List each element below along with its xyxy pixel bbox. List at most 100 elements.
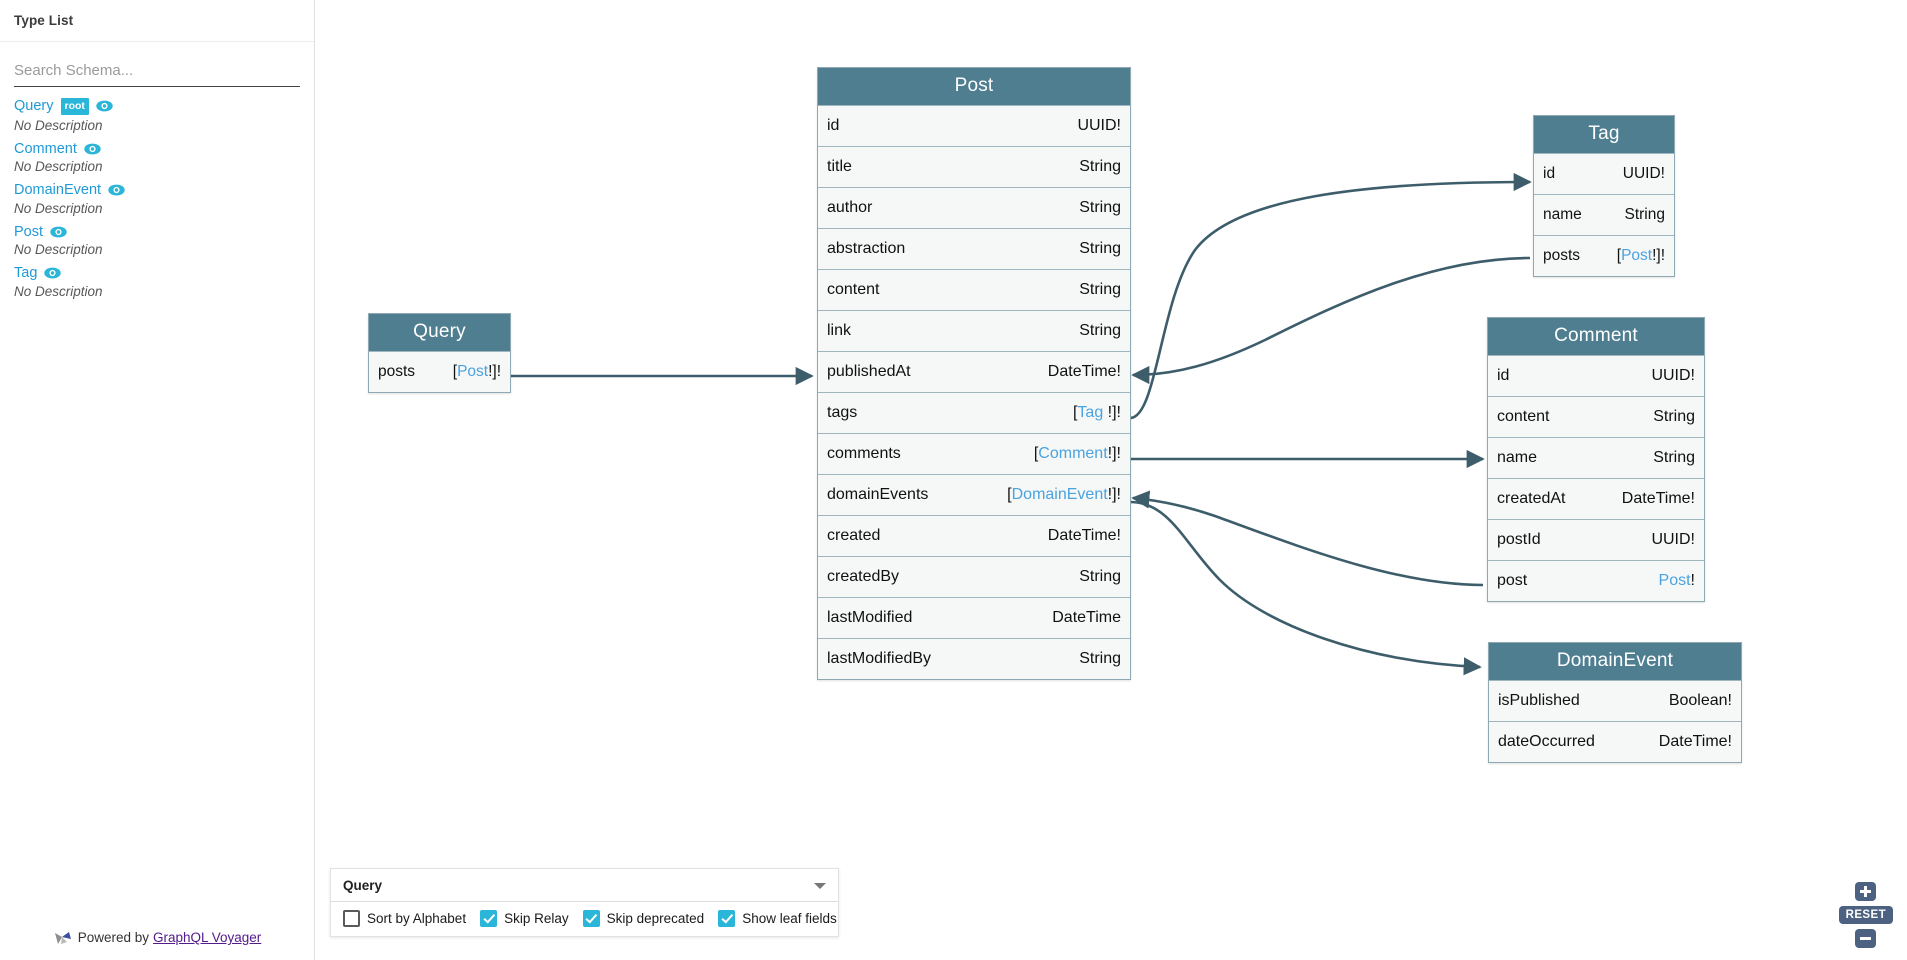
node-field-lastmodifiedby[interactable]: lastModifiedBy String (818, 638, 1130, 679)
footer-prefix: Powered by (77, 930, 149, 945)
type-entry-query: Query root No Description (14, 98, 300, 133)
node-field-content[interactable]: content String (1488, 396, 1704, 437)
type-ref-link[interactable]: Post (1621, 247, 1652, 264)
node-field-domainevents[interactable]: domainEvents [DomainEvent!]! (818, 474, 1130, 515)
node-title: DomainEvent (1489, 643, 1741, 680)
checkbox-show-leaf-fields[interactable]: Show leaf fields (718, 910, 837, 927)
node-field-posts[interactable]: posts [Post!]! (1534, 235, 1674, 276)
node-field-id[interactable]: id UUID! (1488, 355, 1704, 396)
type-link-post[interactable]: Post (14, 224, 43, 240)
eye-icon[interactable] (50, 226, 67, 238)
field-name: id (1497, 367, 1510, 384)
root-type-select[interactable]: Query (331, 869, 838, 902)
field-name: postId (1497, 531, 1541, 548)
type-row: Query root (14, 98, 300, 115)
node-field-name[interactable]: name String (1488, 437, 1704, 478)
checkbox-sort-by-alphabet[interactable]: Sort by Alphabet (343, 910, 466, 927)
field-name: name (1497, 449, 1538, 466)
type-ref-link[interactable]: Post (1659, 572, 1691, 589)
type-description: No Description (14, 117, 103, 133)
field-name: comments (827, 445, 901, 462)
graph-node-comment[interactable]: Comment id UUID! content String name Str… (1487, 317, 1705, 602)
node-field-publishedat[interactable]: publishedAt DateTime! (818, 351, 1130, 392)
type-link-comment[interactable]: Comment (14, 141, 77, 157)
type-link-query[interactable]: Query (14, 99, 54, 114)
node-title: Tag (1534, 116, 1674, 153)
node-field-post[interactable]: post Post! (1488, 560, 1704, 601)
node-field-postid[interactable]: postId UUID! (1488, 519, 1704, 560)
field-name: author (827, 199, 873, 216)
checkbox-label: Sort by Alphabet (367, 911, 467, 926)
zoom-in-button[interactable] (1855, 882, 1877, 901)
node-field-content[interactable]: content String (818, 269, 1130, 310)
field-type: [Comment!]! (1034, 445, 1121, 463)
field-name: post (1497, 572, 1528, 589)
field-type: Boolean! (1668, 692, 1732, 709)
node-field-name[interactable]: name String (1534, 194, 1674, 235)
field-type: UUID! (1651, 531, 1695, 548)
type-suffix: !]! (1107, 486, 1121, 503)
graph-canvas[interactable]: Query posts [Post!]! Post id UUID! title… (315, 0, 1907, 960)
type-link-domainevent[interactable]: DomainEvent (14, 183, 101, 198)
graph-node-query[interactable]: Query posts [Post!]! (368, 313, 511, 393)
voyager-app: Type List Query root (0, 0, 1907, 960)
checkbox-box[interactable] (480, 910, 498, 927)
node-field-abstraction[interactable]: abstraction String (818, 228, 1130, 269)
node-field-createdby[interactable]: createdBy String (818, 556, 1130, 597)
graph-node-tag[interactable]: Tag id UUID! name String posts [Post!]! (1533, 115, 1675, 277)
type-ref-link[interactable]: DomainEvent (1012, 486, 1108, 503)
chevron-down-icon[interactable] (814, 882, 826, 889)
node-field-ispublished[interactable]: isPublished Boolean! (1489, 680, 1741, 721)
field-name: id (827, 117, 840, 134)
graph-node-post[interactable]: Post id UUID! title String author String… (817, 67, 1131, 680)
node-field-createdat[interactable]: createdAt DateTime! (1488, 478, 1704, 519)
type-suffix: !]! (1103, 404, 1121, 421)
eye-icon[interactable] (96, 100, 113, 112)
checkbox-box[interactable] (718, 910, 736, 927)
field-type: DateTime! (1047, 527, 1121, 544)
node-field-author[interactable]: author String (818, 187, 1130, 228)
graph-node-domainevent[interactable]: DomainEvent isPublished Boolean! dateOcc… (1488, 642, 1742, 763)
type-suffix: ! (1690, 572, 1695, 589)
zoom-reset-button[interactable]: RESET (1838, 906, 1893, 924)
settings-checkbox-row: Sort by Alphabet Skip Relay Skip depreca… (331, 902, 838, 936)
field-name: createdAt (1497, 490, 1566, 507)
field-name: id (1543, 165, 1556, 182)
type-link-tag[interactable]: Tag (14, 266, 37, 281)
node-field-id[interactable]: id UUID! (818, 105, 1130, 146)
type-entry-comment: Comment No Description (14, 141, 300, 174)
zoom-out-button[interactable] (1855, 929, 1877, 948)
field-type: [DomainEvent!]! (1007, 486, 1121, 504)
eye-icon[interactable] (44, 267, 62, 279)
node-field-id[interactable]: id UUID! (1534, 153, 1674, 194)
node-field-comments[interactable]: comments [Comment!]! (818, 433, 1130, 474)
node-field-link[interactable]: link String (818, 310, 1130, 351)
type-list-sidebar: Type List Query root (0, 0, 315, 960)
node-field-created[interactable]: created DateTime! (818, 515, 1130, 556)
type-ref-link[interactable]: Post (457, 363, 488, 380)
eye-icon[interactable] (108, 184, 125, 196)
checkbox-box[interactable] (582, 910, 600, 927)
node-field-dateoccurred[interactable]: dateOccurred DateTime! (1489, 721, 1741, 762)
node-field-title[interactable]: title String (818, 146, 1130, 187)
field-name: posts (1543, 247, 1581, 264)
eye-icon[interactable] (84, 143, 101, 155)
checkbox-skip-relay[interactable]: Skip Relay (480, 910, 569, 927)
field-name: name (1543, 206, 1582, 223)
checkbox-box[interactable] (343, 910, 360, 927)
field-name: publishedAt (827, 363, 911, 380)
search-input[interactable] (14, 60, 300, 87)
type-ref-link[interactable]: Tag (1077, 404, 1103, 421)
field-type: UUID! (1622, 165, 1665, 182)
field-name: tags (827, 404, 858, 421)
voyager-logo-icon (54, 931, 72, 945)
node-field-posts[interactable]: posts [Post!]! (369, 351, 510, 392)
node-field-lastmodified[interactable]: lastModified DateTime (818, 597, 1130, 638)
node-field-tags[interactable]: tags [Tag !]! (818, 392, 1130, 433)
type-ref-link[interactable]: Comment (1038, 445, 1107, 462)
settings-panel: Query Sort by Alphabet Skip Relay Skip d… (330, 868, 839, 937)
type-suffix: !]! (1107, 445, 1121, 462)
type-entry-post: Post No Description (14, 224, 300, 257)
checkbox-skip-deprecated[interactable]: Skip deprecated (582, 910, 704, 927)
graphql-voyager-link[interactable]: GraphQL Voyager (153, 930, 261, 945)
